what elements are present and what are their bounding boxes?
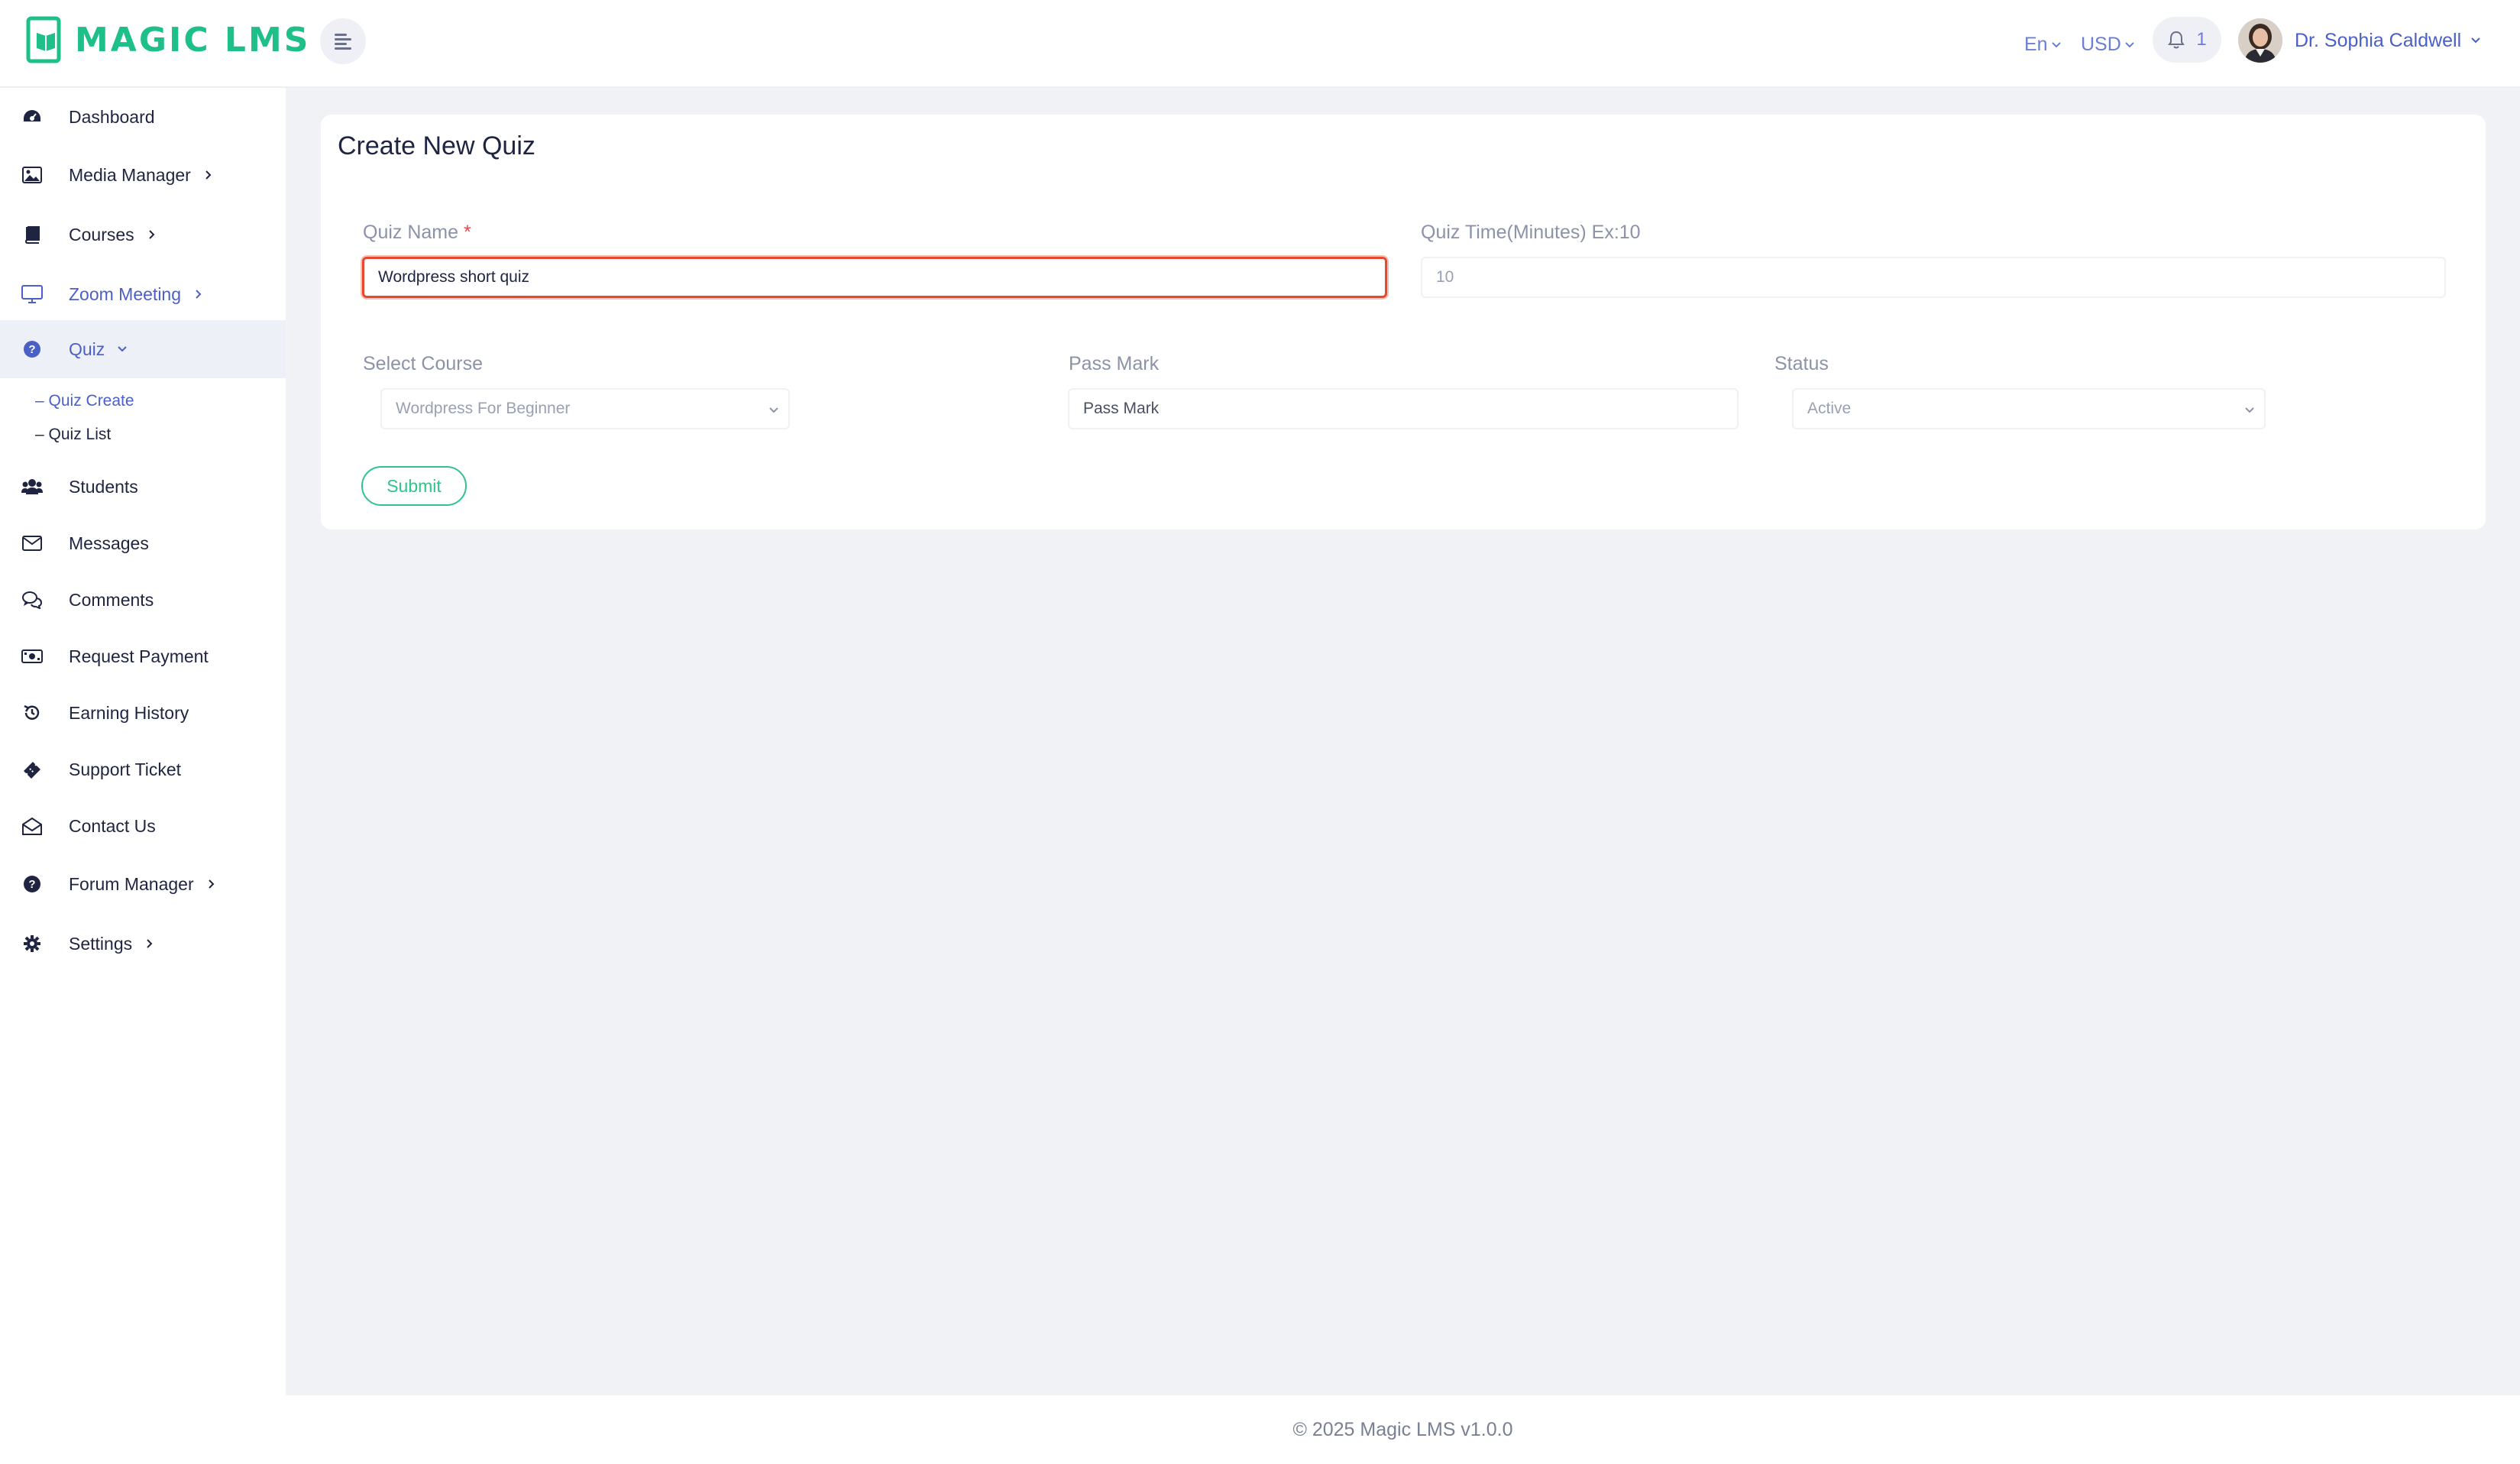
status-select-value: Active: [1807, 400, 1852, 417]
sidebar-item-label: Quiz: [69, 338, 105, 359]
sidebar-item-label: Media Manager: [69, 164, 191, 185]
menu-toggle-button[interactable]: [320, 18, 366, 64]
chevron-right-icon: [147, 939, 153, 948]
course-select[interactable]: Wordpress For Beginner: [380, 388, 790, 429]
chevron-down-icon: [118, 346, 128, 352]
quiz-time-value: 10: [1436, 268, 1454, 286]
sidebar-item-label: Forum Manager: [69, 873, 194, 894]
question-icon: ?: [21, 873, 43, 895]
book-icon: [21, 224, 43, 245]
user-name: Dr. Sophia Caldwell: [2295, 29, 2462, 51]
currency-value: USD: [2081, 34, 2121, 55]
envelope-icon: [21, 533, 43, 554]
status-label: Status: [1774, 353, 1829, 374]
submit-button[interactable]: Submit: [361, 466, 467, 506]
dashboard-icon: [21, 106, 43, 128]
chevron-right-icon: [148, 230, 155, 239]
sidebar-item-label: Earning History: [69, 702, 189, 723]
language-selector[interactable]: En: [2024, 34, 2062, 56]
sidebar-item-zoom-meeting[interactable]: Zoom Meeting: [0, 265, 286, 323]
chevron-right-icon: [205, 170, 212, 180]
logo-book-icon: [26, 16, 61, 63]
gear-icon: [21, 933, 43, 954]
required-mark: *: [464, 222, 471, 243]
chevron-down-icon: [2051, 41, 2061, 47]
sidebar-item-forum-manager[interactable]: ? Forum Manager: [0, 855, 286, 913]
sidebar-item-messages[interactable]: Messages: [0, 514, 286, 572]
notification-count: 1: [2196, 29, 2207, 50]
sidebar-item-label: Students: [69, 476, 138, 497]
chevron-down-icon: [2125, 41, 2134, 47]
question-icon: ?: [21, 338, 43, 360]
money-icon: [21, 646, 43, 667]
footer: © 2025 Magic LMS v1.0.0: [286, 1395, 2520, 1464]
quiz-name-label: Quiz Name *: [363, 222, 471, 244]
sidebar-item-students[interactable]: Students: [0, 458, 286, 516]
image-icon: [21, 164, 43, 186]
language-value: En: [2024, 34, 2048, 55]
sidebar-subitem-quiz-list[interactable]: – Quiz List: [35, 426, 111, 444]
chevron-right-icon: [208, 879, 215, 889]
quiz-name-value: Wordpress short quiz: [378, 268, 530, 286]
chevron-down-icon: [2245, 407, 2254, 413]
quiz-name-input[interactable]: Wordpress short quiz: [362, 257, 1387, 298]
svg-text:?: ?: [28, 878, 35, 891]
chevron-down-icon: [769, 407, 778, 413]
copyright-text: © 2025 Magic LMS v1.0.0: [1292, 1418, 1513, 1440]
sidebar-item-label: Dashboard: [69, 106, 155, 127]
sidebar-item-media-manager[interactable]: Media Manager: [0, 146, 286, 204]
comments-icon: [21, 589, 43, 611]
sidebar-item-dashboard[interactable]: Dashboard: [0, 88, 286, 146]
sidebar-item-label: Zoom Meeting: [69, 283, 182, 304]
notifications-button[interactable]: 1: [2153, 17, 2221, 63]
sidebar-item-label: Request Payment: [69, 646, 209, 666]
sidebar-item-courses[interactable]: Courses: [0, 206, 286, 264]
svg-text:?: ?: [28, 343, 35, 356]
pass-mark-input[interactable]: Pass Mark: [1068, 388, 1739, 429]
history-icon: [21, 702, 43, 724]
sidebar-item-settings[interactable]: Settings: [0, 915, 286, 973]
course-select-value: Wordpress For Beginner: [396, 400, 571, 417]
users-icon: [21, 476, 43, 497]
avatar: [2238, 18, 2282, 63]
sidebar-item-label: Messages: [69, 533, 149, 553]
logo-text: MAGIC LMS: [75, 20, 311, 60]
sidebar-item-contact-us[interactable]: Contact Us: [0, 797, 286, 855]
ticket-icon: [21, 759, 43, 780]
status-select[interactable]: Active: [1792, 388, 2266, 429]
currency-selector[interactable]: USD: [2081, 34, 2135, 56]
sidebar-item-label: Contact Us: [69, 815, 156, 836]
chevron-right-icon: [196, 290, 202, 299]
sidebar-item-label: Settings: [69, 933, 133, 954]
quiz-time-input[interactable]: 10: [1421, 257, 2446, 298]
pass-mark-placeholder: Pass Mark: [1083, 400, 1160, 417]
menu-icon: [335, 34, 351, 50]
sidebar-item-comments[interactable]: Comments: [0, 571, 286, 629]
sidebar-item-label: Courses: [69, 224, 134, 245]
sidebar-item-quiz[interactable]: ? Quiz: [0, 320, 286, 378]
sidebar-subitem-quiz-create[interactable]: – Quiz Create: [35, 392, 134, 410]
page-title: Create New Quiz: [338, 131, 535, 160]
sidebar-item-earning-history[interactable]: Earning History: [0, 684, 286, 742]
pass-mark-label: Pass Mark: [1069, 353, 1160, 374]
quiz-name-label-text: Quiz Name: [363, 222, 459, 243]
sidebar: Dashboard Media Manager Courses Zoom Mee…: [0, 88, 286, 1464]
logo[interactable]: MAGIC LMS: [26, 15, 310, 64]
envelope-open-icon: [21, 815, 43, 837]
quiz-time-label: Quiz Time(Minutes) Ex:10: [1421, 222, 1641, 243]
chevron-down-icon: [2471, 37, 2480, 44]
bell-icon: [2168, 31, 2185, 49]
user-profile-menu[interactable]: Dr. Sophia Caldwell: [2238, 17, 2481, 64]
top-bar: MAGIC LMS En USD 1 Dr. Sophia Caldwell: [0, 0, 2520, 88]
sidebar-item-label: Support Ticket: [69, 759, 182, 779]
sidebar-item-label: Comments: [69, 589, 154, 610]
sidebar-item-support-ticket[interactable]: Support Ticket: [0, 740, 286, 798]
monitor-icon: [21, 283, 43, 305]
sidebar-item-request-payment[interactable]: Request Payment: [0, 627, 286, 685]
create-quiz-card: Create New Quiz Quiz Name * Wordpress sh…: [321, 115, 2486, 530]
select-course-label: Select Course: [363, 353, 484, 374]
